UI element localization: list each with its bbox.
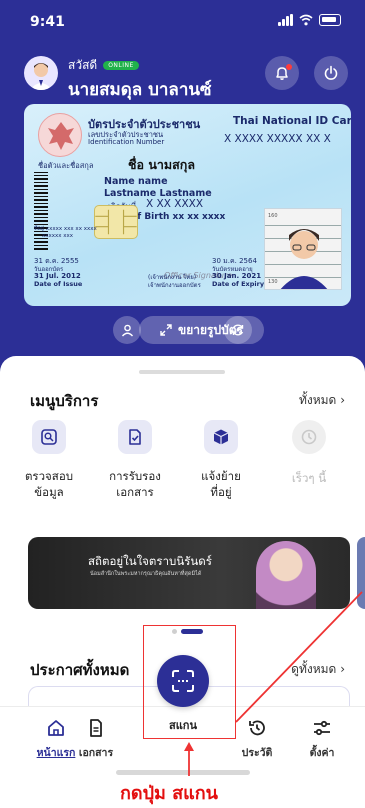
tab-settings-label: ตั้งค่า — [309, 747, 335, 759]
banner-title: สถิตอยู่ในใจตราบนิรันดร์ — [88, 554, 212, 568]
garuda-emblem-icon — [38, 113, 82, 157]
user-avatar-icon — [30, 63, 52, 90]
service-certify-label-2: เอกสาร — [116, 485, 154, 499]
chevron-right-icon: › — [340, 662, 345, 676]
national-id-card[interactable]: บัตรประจำตัวประชาชน Thai National ID Car… — [24, 104, 351, 306]
notification-dot — [286, 64, 292, 70]
card-photo: 160 130 — [264, 208, 342, 290]
online-badge: ONLINE — [103, 61, 139, 70]
tab-history[interactable]: ประวัติ — [229, 718, 285, 761]
name-th: ชื่อ นามสกุล — [128, 157, 196, 172]
tab-documents[interactable]: เอกสาร — [68, 718, 124, 761]
home-icon — [48, 720, 64, 736]
battery-icon — [319, 14, 341, 26]
chevron-right-icon: › — [340, 393, 345, 407]
service-verify-label-1: ตรวจสอบ — [24, 469, 74, 483]
home-indicator — [116, 770, 250, 775]
service-verify-label-2: ข้อมูล — [34, 485, 64, 499]
power-icon — [324, 65, 338, 80]
banner-subtitle: น้อมสำนึกในพระมหากรุณาธิคุณอันหาที่สุดมิ… — [90, 571, 202, 577]
greeting-block: สวัสดี ONLINE นายสมดุล บาลานซ์ — [68, 56, 212, 103]
portrait-image — [256, 541, 316, 609]
rotate-icon — [232, 324, 244, 336]
flip-card-button[interactable] — [224, 316, 252, 344]
name-en: Name name — [104, 176, 168, 187]
announcements-see-all[interactable]: ดูทั้งหมด › — [291, 660, 345, 679]
expiry-label-en: Date of Expiry — [212, 280, 265, 288]
dob-th: X XX XXXX — [146, 198, 204, 210]
status-icons — [278, 14, 341, 26]
person-icon — [121, 324, 133, 336]
issue-label-en: Date of Issue — [34, 280, 83, 288]
id-number: X XXXX XXXXX XX X — [224, 133, 331, 145]
announcements-title: ประกาศทั้งหมด — [30, 661, 130, 679]
sliders-icon — [314, 720, 330, 736]
chip-icon — [94, 205, 138, 239]
wifi-icon — [299, 14, 313, 26]
address-line-2: xxxxxx xxx — [42, 233, 74, 239]
user-name: นายสมดุล บาลานซ์ — [68, 80, 212, 100]
service-certify[interactable]: การรับรอง เอกสาร — [102, 420, 168, 500]
tab-history-label: ประวัติ — [241, 747, 273, 759]
profile-button[interactable] — [113, 316, 141, 344]
scan-highlight-box — [143, 625, 236, 739]
service-move-address[interactable]: แจ้งย้าย ที่อยู่ — [188, 420, 254, 500]
expiry-date-en: 30 Jan. 2021 — [212, 272, 262, 280]
box-icon — [204, 420, 238, 454]
service-move-label-1: แจ้งย้าย — [201, 469, 241, 483]
status-time: 9:41 — [30, 14, 65, 30]
id-label-en: Identification Number — [88, 138, 165, 146]
avatar[interactable] — [24, 56, 58, 90]
document-check-icon — [118, 420, 152, 454]
services-see-all[interactable]: ทั้งหมด › — [299, 391, 345, 410]
scan-instruction: กดปุ่ม สแกน — [120, 783, 218, 804]
history-icon — [249, 720, 265, 736]
check-user-icon — [32, 420, 66, 454]
status-bar: 9:41 — [0, 0, 365, 44]
notification-button[interactable] — [265, 56, 299, 90]
next-banner-peek[interactable] — [357, 537, 365, 609]
officer-role: เจ้าพนักงานออกบัตร — [148, 282, 201, 289]
service-verify[interactable]: ตรวจสอบ ข้อมูล — [16, 420, 82, 500]
expand-icon — [160, 324, 172, 336]
name-label: ชื่อตัวและชื่อสกุล — [38, 161, 94, 170]
logout-button[interactable] — [314, 56, 348, 90]
tab-documents-label: เอกสาร — [78, 747, 114, 759]
tab-settings[interactable]: ตั้งค่า — [294, 718, 350, 761]
service-coming-soon: เร็วๆ นี้ — [276, 420, 342, 486]
app-screen: 9:41 สวัสดี ONLINE นายสมดุล บาลานซ์ บัตร… — [0, 0, 365, 808]
greeting-text: สวัสดี — [68, 58, 98, 72]
document-icon — [90, 719, 102, 737]
clock-icon — [292, 420, 326, 454]
service-move-label-2: ที่อยู่ — [210, 485, 232, 499]
card-title-en: Thai National ID Card — [233, 115, 351, 127]
service-certify-label-1: การรับรอง — [109, 469, 161, 483]
services-title: เมนูบริการ — [30, 392, 99, 410]
address-line-1: ที่อยู่ xxxxx xxx xx xxxx — [34, 226, 97, 232]
tribute-banner[interactable]: สถิตอยู่ในใจตราบนิรันดร์ น้อมสำนึกในพระม… — [28, 537, 350, 609]
signal-icon — [278, 14, 293, 26]
card-actions: ขยายรูปบัตร — [0, 316, 365, 346]
person-photo-icon — [280, 229, 328, 289]
issue-date-en: 31 Jul. 2012 — [34, 272, 81, 280]
sheet-handle[interactable] — [139, 370, 225, 374]
service-coming-soon-label: เร็วๆ นี้ — [291, 471, 327, 485]
